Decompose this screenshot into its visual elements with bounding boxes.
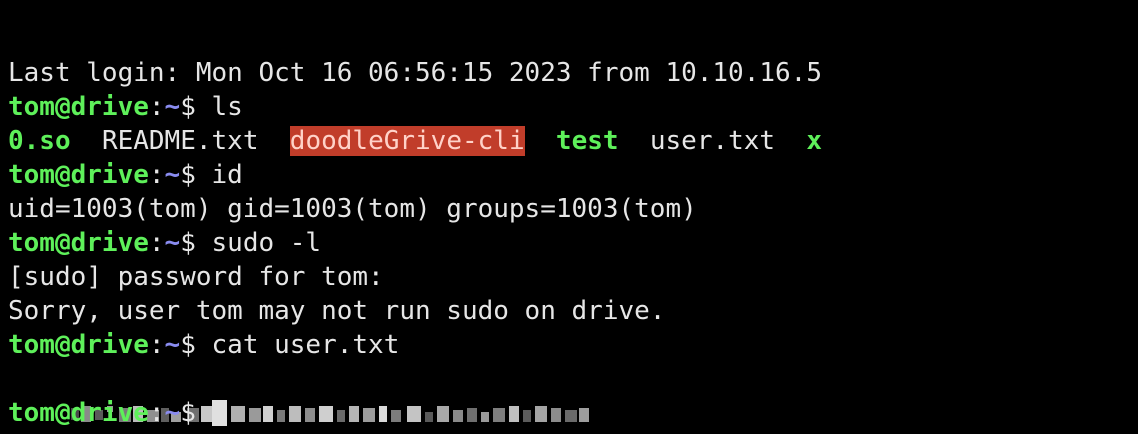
id-output-line: uid=1003(tom) gid=1003(tom) groups=1003(…: [8, 194, 697, 224]
prompt-path: ~: [164, 330, 181, 360]
last-login-line: Last login: Mon Oct 16 06:56:15 2023 fro…: [8, 58, 822, 88]
prompt-dollar: $: [180, 330, 212, 360]
prompt-path: ~: [164, 92, 181, 122]
prompt-user: tom@drive: [8, 330, 149, 360]
sudo-error-line: Sorry, user tom may not run sudo on driv…: [8, 296, 666, 326]
terminal-window[interactable]: Last login: Mon Oct 16 06:56:15 2023 fro…: [0, 0, 1138, 434]
sudo-password-prompt: [sudo] password for tom:: [8, 262, 384, 292]
ls-output-line: 0.so README.txt doodleGrive-cli test use…: [8, 124, 1138, 158]
prompt-separator: :: [148, 92, 165, 122]
command-line-ls: tom@drive:~$ ls: [8, 90, 1138, 124]
prompt-separator: :: [148, 160, 165, 190]
file-readme: README.txt: [101, 126, 259, 156]
prompt-user: tom@drive: [8, 228, 149, 258]
command-line-cat: tom@drive:~$ cat user.txt: [8, 328, 1138, 362]
file-doodlegrive-cli: doodleGrive-cli: [289, 126, 525, 156]
prompt-path: ~: [164, 160, 181, 190]
command-line-id: tom@drive:~$ id: [8, 158, 1138, 192]
prompt-separator: :: [148, 330, 165, 360]
prompt-separator: :: [148, 228, 165, 258]
prompt-path: ~: [164, 398, 181, 428]
prompt-user: tom@drive: [8, 398, 149, 428]
command-text: cat user.txt: [211, 330, 400, 360]
file-x: x: [806, 126, 823, 156]
text-cursor[interactable]: [211, 400, 227, 426]
file-test: test: [555, 126, 619, 156]
prompt-dollar: $: [180, 160, 212, 190]
prompt-separator: :: [148, 398, 165, 428]
prompt-dollar: $: [180, 398, 212, 428]
command-line-sudo: tom@drive:~$ sudo -l: [8, 226, 1138, 260]
prompt-dollar: $: [180, 228, 212, 258]
prompt-path: ~: [164, 228, 181, 258]
file-0so: 0.so: [8, 126, 71, 156]
prompt-dollar: $: [180, 92, 212, 122]
prompt-user: tom@drive: [8, 160, 149, 190]
prompt-user: tom@drive: [8, 92, 149, 122]
command-text: sudo -l: [211, 228, 322, 258]
file-user-txt: user.txt: [649, 126, 776, 156]
redacted-flag-line: [8, 362, 1138, 422]
command-text: id: [211, 160, 243, 190]
command-text: ls: [211, 92, 243, 122]
